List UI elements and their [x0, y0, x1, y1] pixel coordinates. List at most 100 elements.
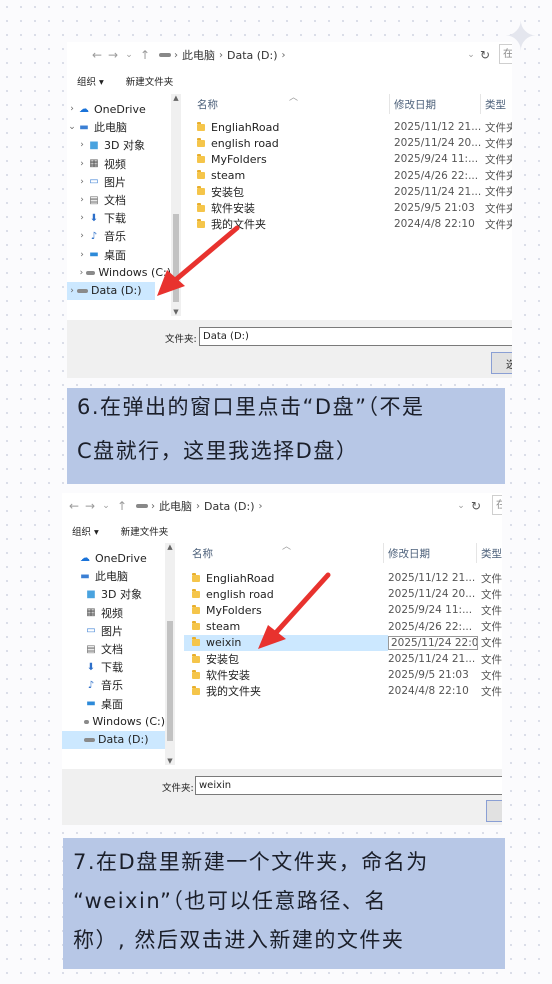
sidebar-item-label: 此电脑 — [95, 570, 128, 584]
file-row[interactable]: MyFolders 2025/9/24 11:... 文件夹 — [191, 151, 512, 167]
file-type: 文件夹 — [481, 604, 502, 617]
new-folder-button[interactable]: 新建文件夹 — [121, 524, 169, 538]
sidebar-item-label: 3D 对象 — [101, 588, 142, 602]
sidebar-item-label: 图片 — [101, 624, 123, 638]
file-row[interactable]: 我的文件夹 2024/4/8 22:10 文件夹 — [184, 683, 502, 699]
organize-menu[interactable]: 组织 ▾ — [72, 524, 99, 538]
sidebar-item[interactable]: ■ 3D 对象 — [62, 585, 165, 603]
breadcrumb-data-drive[interactable]: Data (D:) — [227, 49, 278, 62]
chevron-right-icon[interactable]: › — [77, 268, 86, 278]
chevron-right-icon[interactable]: › — [77, 213, 87, 223]
breadcrumb-this-pc[interactable]: 此电脑 — [159, 498, 192, 514]
chevron-right-icon[interactable]: › — [77, 140, 87, 150]
folder-label: 文件夹: — [162, 783, 194, 794]
sidebar-item[interactable]: ▬ 此电脑 — [62, 567, 165, 585]
breadcrumb-this-pc[interactable]: 此电脑 — [182, 47, 215, 63]
navigation-scrollbar[interactable]: ▲ ▼ — [165, 543, 175, 765]
file-name: 软件安装 — [206, 669, 250, 683]
chevron-right-icon[interactable]: › — [67, 286, 77, 296]
chevron-right-icon[interactable]: › — [77, 195, 87, 205]
sidebar-item[interactable]: › ☁ OneDrive — [67, 100, 171, 118]
sidebar-item[interactable]: ⬇ 下载 — [62, 658, 165, 676]
sidebar-item[interactable]: › ▭ 图片 — [67, 173, 171, 191]
folder-icon — [192, 621, 200, 631]
up-arrow-icon[interactable]: ↑ — [114, 499, 130, 513]
select-folder-button[interactable] — [486, 800, 502, 822]
back-arrow-icon[interactable]: ← — [66, 499, 82, 513]
sidebar-item[interactable]: ⌄ ▬ 此电脑 — [67, 118, 171, 136]
forward-arrow-icon[interactable]: → — [82, 499, 98, 513]
sidebar-item[interactable]: ▤ 文档 — [62, 640, 165, 658]
file-type: 文件夹 — [485, 218, 512, 231]
refresh-icon[interactable]: ↻ — [471, 499, 481, 513]
search-input[interactable]: 在 — [499, 44, 512, 64]
sidebar-item[interactable]: Windows (C:) — [62, 713, 165, 731]
sidebar-item-label: 文档 — [101, 643, 123, 657]
file-row[interactable]: steam 2025/4/26 22:... 文件夹 — [191, 168, 512, 184]
sidebar-item[interactable]: ▦ 视频 — [62, 604, 165, 622]
path-dropdown-icon[interactable]: ⌄ — [463, 50, 479, 60]
column-header-date[interactable]: 修改日期 — [394, 94, 436, 114]
drive-path-icon — [136, 504, 148, 508]
recent-chevron-icon[interactable]: ⌄ — [121, 50, 137, 60]
breadcrumb-data-drive[interactable]: Data (D:) — [204, 500, 255, 513]
path-dropdown-icon[interactable]: ⌄ — [453, 501, 469, 511]
sort-caret-icon: ︿ — [282, 542, 292, 552]
folder-name-input[interactable]: weixin — [195, 776, 502, 795]
file-row[interactable]: EngliahRoad 2025/11/12 21... 文件夹 — [191, 119, 512, 135]
sidebar-item-label: 下载 — [104, 212, 126, 226]
file-name: english road — [211, 136, 279, 150]
refresh-icon[interactable]: ↻ — [480, 48, 490, 62]
sidebar-item-label: 视频 — [101, 606, 123, 620]
sidebar-item-label: 下载 — [101, 661, 123, 675]
sidebar-item[interactable]: ♪ 音乐 — [62, 676, 165, 694]
file-modified-date: 2025/9/24 11:... — [388, 604, 473, 617]
picture-icon: ▭ — [86, 625, 96, 637]
select-folder-button[interactable]: 选 — [491, 352, 512, 374]
column-header-date[interactable]: 修改日期 — [388, 543, 430, 563]
chevron-right-icon[interactable]: › — [67, 104, 77, 114]
step-7-line-1: 7.在D盘里新建一个文件夹，命名为 — [73, 850, 429, 874]
sidebar-item-label: Data (D:) — [98, 733, 149, 747]
folder-name-input[interactable]: Data (D:) — [199, 327, 512, 346]
sidebar-item[interactable]: › ▦ 视频 — [67, 155, 171, 173]
search-input[interactable]: 在 — [492, 495, 502, 515]
column-divider[interactable] — [480, 94, 481, 114]
new-folder-button[interactable]: 新建文件夹 — [126, 74, 174, 88]
forward-arrow-icon[interactable]: → — [105, 48, 121, 62]
file-modified-date: 2025/11/24 20... — [394, 137, 481, 150]
column-divider[interactable] — [476, 543, 477, 563]
chevron-right-icon[interactable]: › — [77, 159, 87, 169]
scrollbar-thumb[interactable] — [167, 621, 173, 741]
red-pointer-arrow — [258, 572, 331, 649]
drive-icon — [84, 737, 95, 742]
folder-icon — [192, 669, 200, 679]
sidebar-item[interactable]: ▬ 桌面 — [62, 695, 165, 713]
sidebar-item[interactable]: › Data (D:) — [67, 281, 155, 301]
file-row[interactable]: 安装包 2025/11/24 21... 文件夹 — [191, 184, 512, 200]
file-row[interactable]: 软件安装 2025/9/5 21:03 文件夹 — [184, 667, 502, 683]
sidebar-item[interactable]: ☁ OneDrive — [62, 549, 165, 567]
file-type: 文件夹 — [485, 137, 512, 150]
back-arrow-icon[interactable]: ← — [89, 48, 105, 62]
column-header-name[interactable]: 名称 — [192, 543, 213, 563]
sidebar-item[interactable]: ▭ 图片 — [62, 622, 165, 640]
up-arrow-icon[interactable]: ↑ — [137, 48, 153, 62]
sidebar-item[interactable]: › ■ 3D 对象 — [67, 136, 171, 154]
folder-icon — [192, 637, 200, 647]
file-row[interactable]: 软件安装 2025/9/5 21:03 文件夹 — [191, 200, 512, 216]
organize-menu[interactable]: 组织 ▾ — [77, 74, 104, 88]
sidebar-item[interactable]: › ▤ 文档 — [67, 191, 171, 209]
chevron-right-icon[interactable]: › — [77, 231, 87, 241]
chevron-down-icon[interactable]: ⌄ — [67, 122, 77, 132]
column-header-name[interactable]: 名称 — [197, 94, 218, 114]
column-divider[interactable] — [389, 94, 390, 114]
recent-chevron-icon[interactable]: ⌄ — [98, 501, 114, 511]
file-row[interactable]: english road 2025/11/24 20... 文件夹 — [191, 135, 512, 151]
column-divider[interactable] — [383, 543, 384, 563]
chevron-right-icon[interactable]: › — [77, 250, 87, 260]
column-header-type[interactable]: 类型 — [485, 94, 506, 114]
column-header-type[interactable]: 类型 — [481, 543, 502, 563]
sidebar-item[interactable]: Data (D:) — [62, 730, 165, 750]
chevron-right-icon[interactable]: › — [77, 177, 87, 187]
